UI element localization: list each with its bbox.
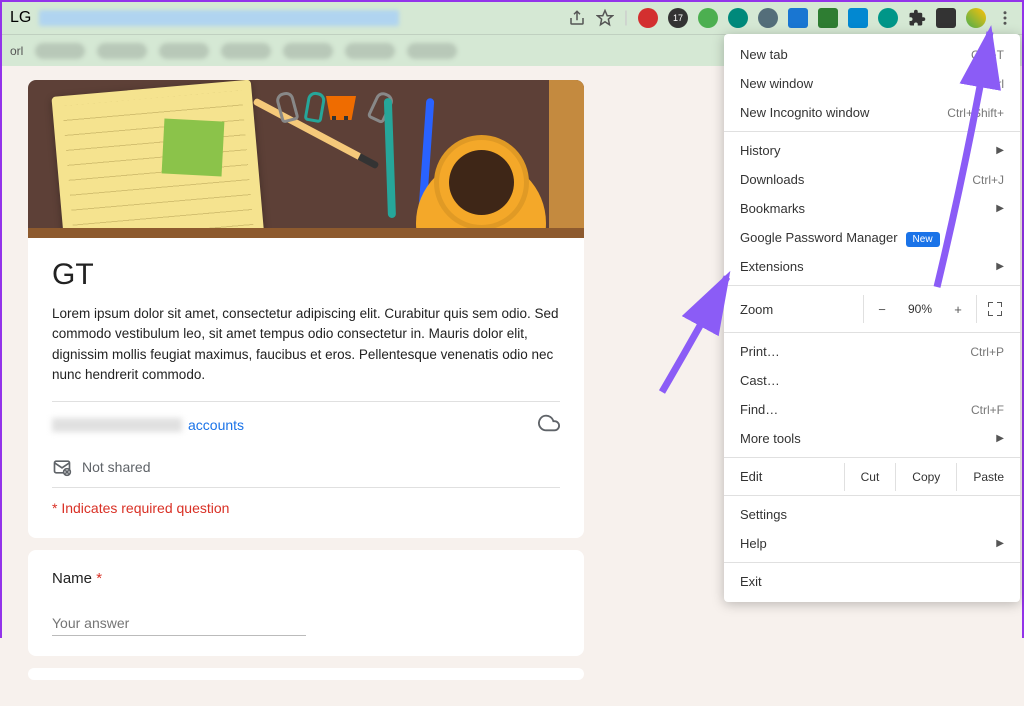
zoom-out-button[interactable]: − xyxy=(864,295,900,323)
fullscreen-button[interactable] xyxy=(976,295,1012,323)
menu-history[interactable]: History▶ xyxy=(724,136,1020,165)
extension-icon[interactable] xyxy=(758,8,778,28)
shared-label: Not shared xyxy=(82,459,150,475)
puzzle-icon[interactable] xyxy=(908,9,926,27)
question-card xyxy=(28,668,584,680)
menu-zoom-row: Zoom − 90% + xyxy=(724,290,1020,328)
menu-print[interactable]: Print…Ctrl+P xyxy=(724,337,1020,366)
copy-button[interactable]: Copy xyxy=(895,463,956,491)
not-shared-icon xyxy=(52,457,72,477)
form-title: GT xyxy=(52,258,560,292)
cut-button[interactable]: Cut xyxy=(844,463,896,491)
chevron-right-icon: ▶ xyxy=(996,261,1004,272)
extension-icon[interactable] xyxy=(788,8,808,28)
form-banner xyxy=(28,80,584,228)
extension-icon[interactable] xyxy=(936,8,956,28)
menu-more-tools[interactable]: More tools▶ xyxy=(724,424,1020,453)
menu-help[interactable]: Help▶ xyxy=(724,529,1020,558)
form-description: Lorem ipsum dolor sit amet, consectetur … xyxy=(52,304,560,385)
bookmark-item[interactable] xyxy=(407,43,457,59)
bookmark-item[interactable] xyxy=(221,43,271,59)
bookmark-item[interactable] xyxy=(283,43,333,59)
menu-new-incognito[interactable]: New Incognito windowCtrl+Shift+ xyxy=(724,98,1020,127)
required-star: * xyxy=(96,570,102,587)
share-icon[interactable] xyxy=(568,9,586,27)
chevron-right-icon: ▶ xyxy=(996,145,1004,156)
menu-new-window[interactable]: New windowCtrl xyxy=(724,69,1020,98)
menu-new-tab[interactable]: New tabCtrl+T xyxy=(724,40,1020,69)
account-row: accounts xyxy=(52,401,560,447)
bookmark-item[interactable] xyxy=(159,43,209,59)
extension-icon[interactable]: 17 xyxy=(668,8,688,28)
extension-icon[interactable] xyxy=(848,8,868,28)
menu-settings[interactable]: Settings xyxy=(724,500,1020,529)
switch-accounts-link[interactable]: accounts xyxy=(188,417,244,433)
chevron-right-icon: ▶ xyxy=(996,538,1004,549)
extension-icon[interactable] xyxy=(638,8,658,28)
paste-button[interactable]: Paste xyxy=(956,463,1020,491)
account-email xyxy=(52,418,182,432)
extension-icon[interactable] xyxy=(818,8,838,28)
shared-status-row: Not shared xyxy=(52,447,560,487)
bookmark-item[interactable] xyxy=(345,43,395,59)
menu-downloads[interactable]: DownloadsCtrl+J xyxy=(724,165,1020,194)
menu-exit[interactable]: Exit xyxy=(724,567,1020,596)
bookmark-item[interactable] xyxy=(35,43,85,59)
fullscreen-icon xyxy=(988,302,1002,316)
chevron-right-icon: ▶ xyxy=(996,433,1004,444)
extension-icon[interactable] xyxy=(728,8,748,28)
browser-toolbar: LG | 17 xyxy=(2,2,1022,34)
new-badge: New xyxy=(906,232,940,247)
menu-edit-row: Edit Cut Copy Paste xyxy=(724,462,1020,491)
extension-icon[interactable] xyxy=(878,8,898,28)
chrome-main-menu: New tabCtrl+T New windowCtrl New Incogni… xyxy=(724,34,1020,602)
menu-password-manager[interactable]: Google Password ManagerNew xyxy=(724,223,1020,252)
form-header-card: GT Lorem ipsum dolor sit amet, consectet… xyxy=(28,238,584,538)
profile-avatar[interactable] xyxy=(966,8,986,28)
question-label: Name * xyxy=(52,570,560,587)
menu-bookmarks[interactable]: Bookmarks▶ xyxy=(724,194,1020,223)
question-card: Name * xyxy=(28,550,584,656)
zoom-percent: 90% xyxy=(900,302,940,316)
required-note: * Indicates required question xyxy=(52,487,560,518)
kebab-menu-icon[interactable] xyxy=(996,9,1014,27)
bookmark-item[interactable] xyxy=(97,43,147,59)
zoom-label: Zoom xyxy=(740,302,863,317)
menu-find[interactable]: Find…Ctrl+F xyxy=(724,395,1020,424)
zoom-in-button[interactable]: + xyxy=(940,295,976,323)
edit-label: Edit xyxy=(740,462,844,491)
star-icon[interactable] xyxy=(596,9,614,27)
url-prefix: LG xyxy=(10,9,31,27)
cloud-icon xyxy=(538,412,560,437)
chevron-right-icon: ▶ xyxy=(996,203,1004,214)
extension-icon[interactable] xyxy=(698,8,718,28)
address-bar[interactable] xyxy=(39,10,399,26)
menu-extensions[interactable]: Extensions▶ xyxy=(724,252,1020,281)
answer-input[interactable] xyxy=(52,611,306,636)
bookmark-item[interactable]: orl xyxy=(10,44,23,58)
menu-cast[interactable]: Cast… xyxy=(724,366,1020,395)
